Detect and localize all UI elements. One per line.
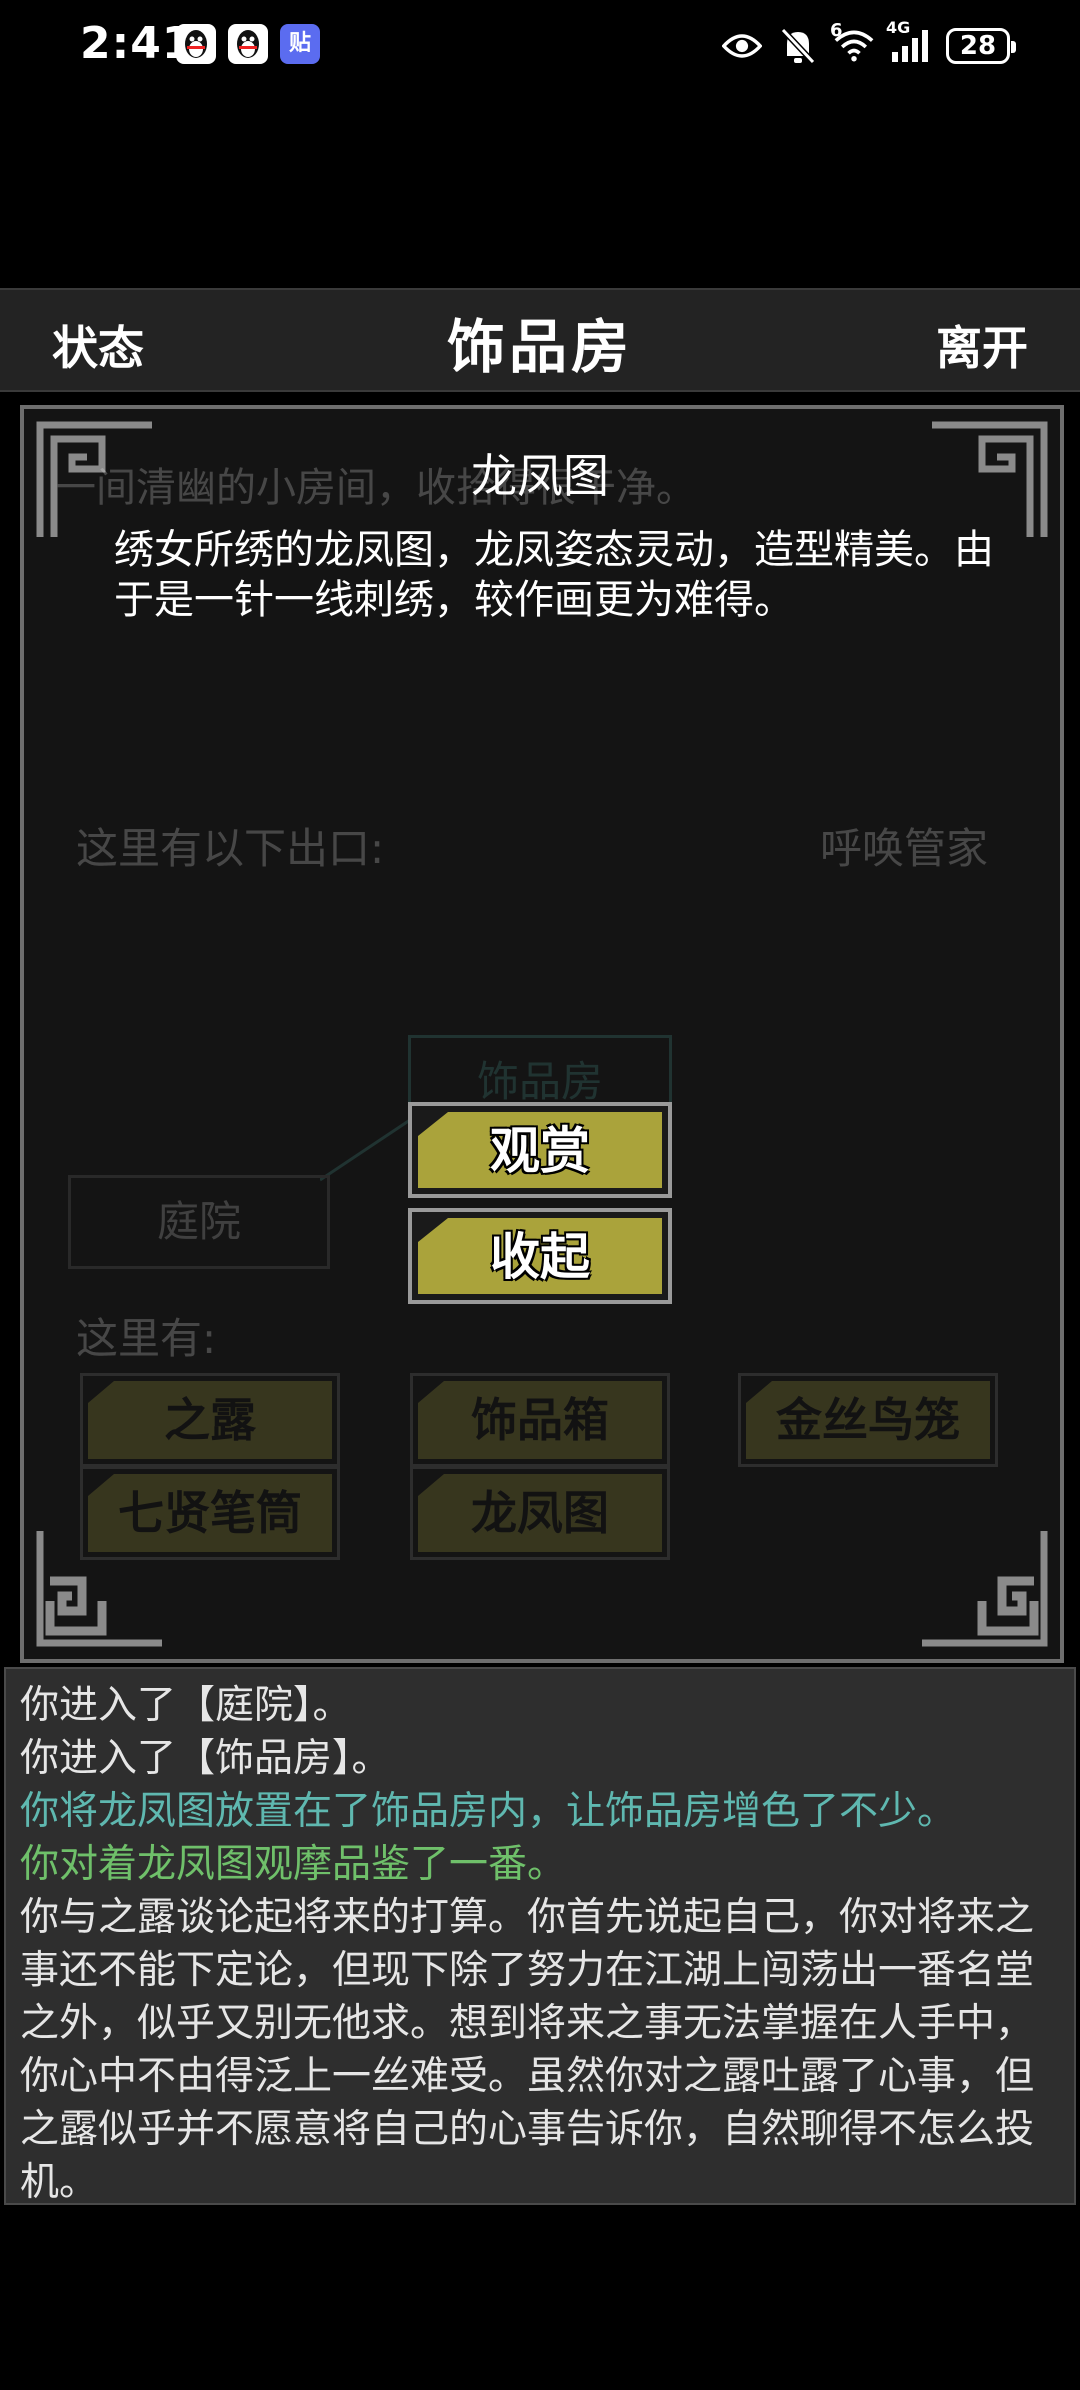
corner-ornament-icon <box>922 1531 1048 1647</box>
log-line: 你将龙凤图放置在了饰品房内，让饰品房增色了不少。 <box>20 1789 957 1834</box>
item-button[interactable]: 金丝鸟笼 <box>738 1373 998 1467</box>
cellular-signal-icon: 4G <box>886 18 930 66</box>
exit-courtyard-button[interactable]: 庭院 <box>68 1175 330 1269</box>
bell-muted-icon <box>778 26 818 66</box>
item-button[interactable]: 龙凤图 <box>410 1466 670 1560</box>
message-log: 你进入了【庭院】。 你进入了【饰品房】。 你将龙凤图放置在了饰品房内，让饰品房增… <box>4 1667 1076 2205</box>
dialog-description: 绣女所绣的龙凤图，龙凤姿态灵动，造型精美。由于是一针一线刺绣，较作画更为难得。 <box>114 527 994 623</box>
put-away-button[interactable]: 收起 <box>408 1208 672 1304</box>
wifi-superscript: 6 <box>830 20 843 41</box>
battery-indicator: 28 <box>946 28 1016 64</box>
eye-icon <box>722 26 762 66</box>
view-button[interactable]: 观赏 <box>408 1102 672 1198</box>
log-line: 你与之露谈论起将来的打算。你首先说起自己，你对将来之事还不能下定论，但现下除了努… <box>20 1895 1035 2205</box>
here-label: 这里有: <box>76 1314 217 1363</box>
summon-butler-button[interactable]: 呼唤管家 <box>820 815 988 876</box>
leave-button[interactable]: 离开 <box>936 312 1028 378</box>
status-bar: 2:41 贴 6 4G 28 <box>0 0 1080 95</box>
log-line: 你进入了【饰品房】。 <box>20 1736 391 1781</box>
log-line: 你进入了【庭院】。 <box>20 1683 352 1728</box>
game-header: 状态 饰品房 离开 <box>0 288 1080 392</box>
tieba-icon: 贴 <box>280 24 320 64</box>
network-type: 4G <box>886 18 911 37</box>
qq-icon <box>176 24 216 64</box>
page-title: 饰品房 <box>446 313 633 381</box>
item-button[interactable]: 七贤笔筒 <box>80 1466 340 1560</box>
dialog-title: 龙凤图 <box>471 449 609 503</box>
wifi-icon: 6 <box>830 20 874 66</box>
item-button[interactable]: 饰品箱 <box>410 1373 670 1467</box>
qq-icon <box>228 24 268 64</box>
item-button[interactable]: 之露 <box>80 1373 340 1467</box>
exits-label: 这里有以下出口: <box>76 824 385 873</box>
log-line: 你对着龙凤图观摩品鉴了一番。 <box>20 1842 567 1887</box>
